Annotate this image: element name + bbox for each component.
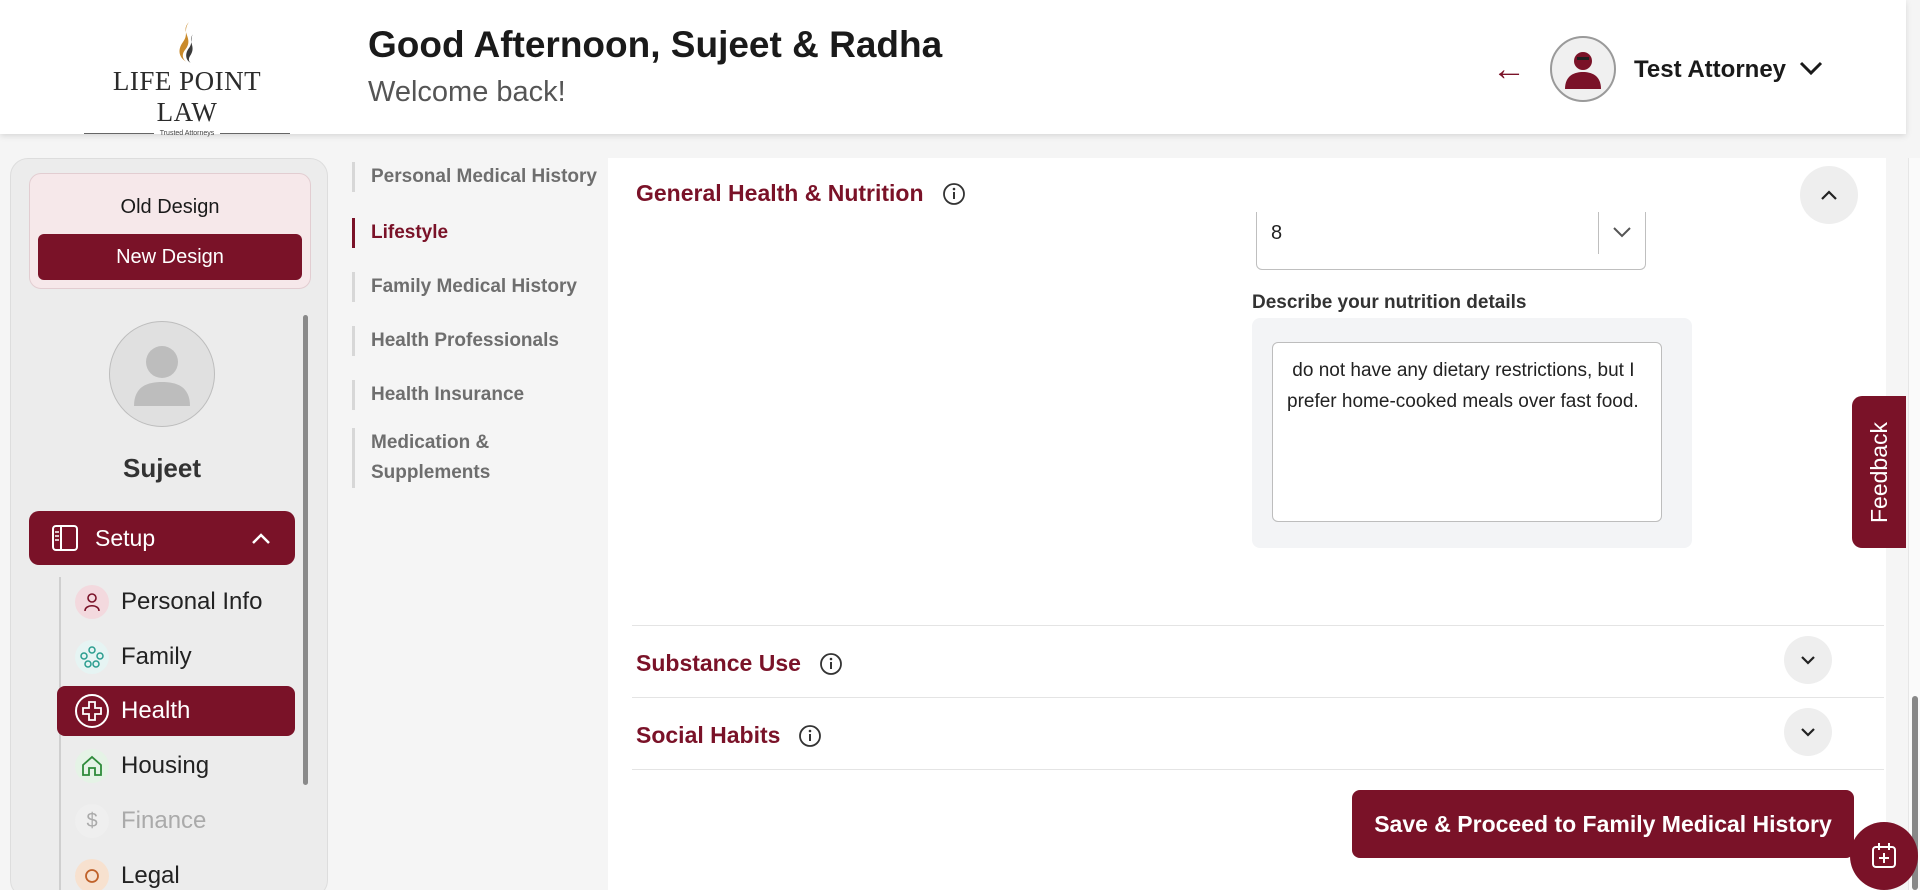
new-design-button[interactable]: New Design	[38, 234, 302, 280]
rating-select[interactable]: 8	[1256, 212, 1646, 270]
info-icon[interactable]	[798, 724, 822, 748]
accordion-title: Substance Use	[636, 650, 801, 676]
chevron-down-icon	[1613, 227, 1631, 238]
feedback-tab[interactable]: Feedback	[1852, 396, 1906, 548]
section-link-health-professionals[interactable]: Health Professionals	[352, 326, 559, 356]
house-icon	[75, 749, 109, 783]
legal-icon	[75, 859, 109, 890]
logo-tagline: Trusted Attorneys	[159, 130, 215, 137]
accordion-title: Social Habits	[636, 722, 781, 748]
info-icon[interactable]	[819, 652, 843, 676]
person-placeholder-icon	[134, 346, 190, 406]
life-point-law-logo[interactable]: LIFE POINT LAW Trusted Attorneys	[84, 20, 291, 137]
accordion-title: General Health & Nutrition	[636, 180, 924, 206]
logo-text: LIFE POINT LAW	[112, 66, 262, 127]
profile-name: Sujeet	[122, 453, 202, 483]
sidebar-item-label: Housing	[121, 752, 210, 779]
design-switcher: Old Design New Design	[29, 173, 311, 289]
sidebar-scrollbar[interactable]	[303, 315, 308, 785]
user-icon	[1565, 52, 1601, 89]
accordion-substance-use[interactable]: Substance Use	[636, 650, 843, 677]
user-avatar[interactable]	[1550, 36, 1616, 102]
accordion-general-health[interactable]: General Health & Nutrition	[636, 180, 966, 207]
chevron-down-icon	[1801, 728, 1815, 737]
top-header: LIFE POINT LAW Trusted Attorneys Good Af…	[0, 0, 1906, 137]
sidebar-item-label: Health	[121, 697, 191, 724]
family-icon	[75, 640, 109, 674]
save-and-proceed-button[interactable]: Save & Proceed to Family Medical History	[1352, 790, 1854, 858]
greeting-title: Good Afternoon, Sujeet & Radha	[368, 24, 943, 65]
welcome-subtitle: Welcome back!	[368, 76, 566, 108]
health-cross-icon	[75, 694, 109, 728]
expand-substance-use-button[interactable]	[1784, 636, 1832, 684]
nutrition-field-wrapper: do not have any dietary restrictions, bu…	[1252, 318, 1692, 548]
chevron-up-icon	[251, 531, 271, 545]
sidebar-item-label: Finance	[121, 807, 207, 834]
nutrition-label: Describe your nutrition details	[1252, 292, 1527, 313]
flame-icon	[179, 22, 193, 63]
user-name[interactable]: Test Attorney	[1634, 56, 1786, 84]
sidebar-item-label: Legal	[121, 862, 180, 889]
select-value: 8	[1271, 222, 1283, 244]
add-calendar-icon	[1872, 843, 1896, 868]
chevron-up-icon	[1821, 190, 1837, 200]
section-link-health-insurance[interactable]: Health Insurance	[352, 380, 524, 410]
section-link-personal-medical-history[interactable]: Personal Medical History	[352, 162, 597, 192]
sidebar-item-personal-info[interactable]: Personal Info	[57, 577, 295, 627]
sidebar-item-family[interactable]: Family	[57, 632, 295, 682]
section-link-family-medical-history[interactable]: Family Medical History	[352, 272, 577, 302]
old-design-button[interactable]: Old Design	[30, 196, 310, 219]
info-icon[interactable]	[942, 182, 966, 206]
accordion-social-habits[interactable]: Social Habits	[636, 722, 822, 749]
chevron-down-icon[interactable]	[1798, 58, 1824, 78]
nutrition-textarea[interactable]: do not have any dietary restrictions, bu…	[1272, 342, 1662, 522]
section-link-lifestyle[interactable]: Lifestyle	[352, 218, 448, 248]
main-card: General Health & Nutrition 8 Describe yo…	[608, 158, 1886, 890]
expand-social-habits-button[interactable]	[1784, 708, 1832, 756]
left-sidebar: Old Design New Design Sujeet Setup Perso…	[10, 158, 328, 890]
collapse-general-health-button[interactable]	[1800, 166, 1858, 224]
setup-label: Setup	[95, 524, 156, 551]
person-icon	[75, 585, 109, 619]
document-icon	[51, 524, 79, 552]
sidebar-item-label: Personal Info	[121, 588, 263, 615]
add-note-button[interactable]	[1850, 822, 1918, 890]
profile-avatar[interactable]	[109, 321, 215, 427]
setup-menu-button[interactable]: Setup	[29, 511, 295, 565]
sidebar-item-health[interactable]: Health	[57, 686, 295, 736]
dollar-icon: $	[75, 804, 109, 838]
sidebar-item-legal[interactable]: Legal	[57, 851, 295, 890]
chevron-down-icon	[1801, 656, 1815, 665]
feedback-label: Feedback	[1865, 421, 1892, 523]
sidebar-item-label: Family	[121, 643, 192, 670]
sidebar-item-finance[interactable]: $ Finance	[57, 796, 295, 846]
section-link-medication-supplements[interactable]: Medication & Supplements	[352, 428, 592, 488]
back-arrow-icon[interactable]: ←	[1492, 52, 1526, 86]
sidebar-item-housing[interactable]: Housing	[57, 741, 295, 791]
